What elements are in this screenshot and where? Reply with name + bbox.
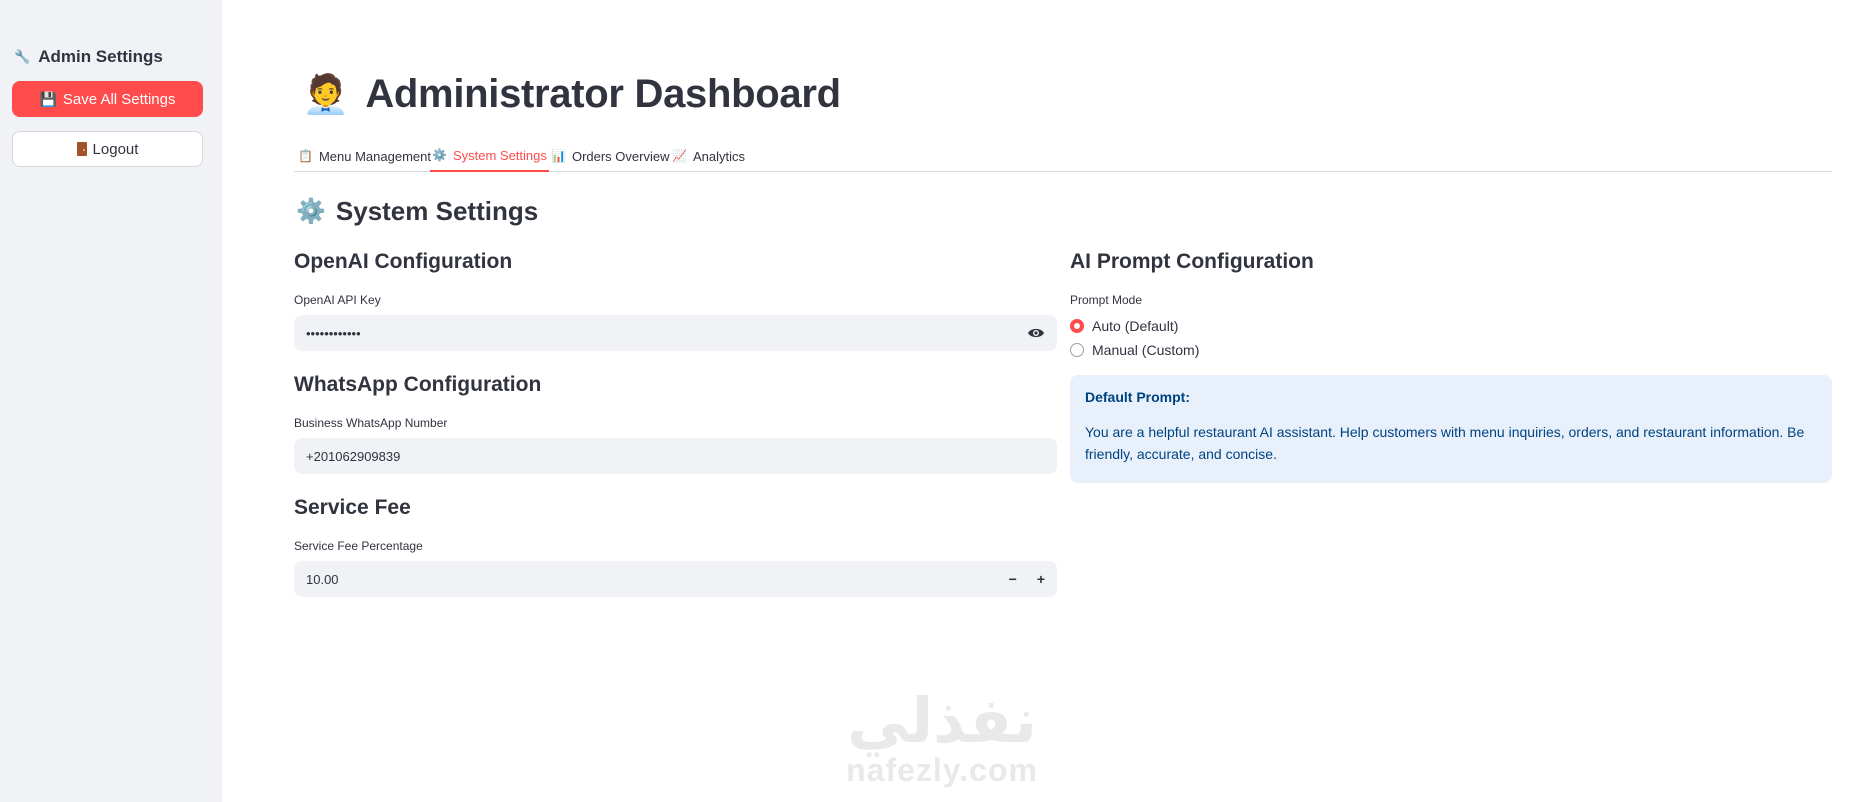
tab-label: Menu Management: [318, 148, 431, 164]
service-fee-value: 10.00: [306, 571, 339, 587]
sidebar-header: 🔧 Admin Settings: [14, 47, 163, 67]
logout-label: Logout: [92, 140, 139, 158]
default-prompt-title: Default Prompt:: [1085, 389, 1190, 405]
whatsapp-number-value: +201062909839: [306, 448, 401, 464]
section-title: ⚙️ System Settings: [296, 196, 538, 227]
logout-button[interactable]: Logout: [12, 131, 203, 167]
radio-option-auto[interactable]: Auto (Default): [1070, 318, 1178, 334]
api-key-label: OpenAI API Key: [294, 293, 381, 307]
tab-system-settings[interactable]: ⚙️ System Settings: [430, 140, 549, 172]
watermark-logo: نفذلي nafezly.com: [832, 684, 1052, 789]
service-fee-stepper: − +: [1009, 571, 1045, 587]
page-title: Administrator Dashboard: [365, 72, 841, 116]
default-prompt-info-box: Default Prompt: You are a helpful restau…: [1070, 375, 1832, 483]
default-prompt-text: You are a helpful restaurant AI assistan…: [1085, 424, 1805, 462]
decrement-button[interactable]: −: [1009, 571, 1017, 587]
service-fee-heading: Service Fee: [294, 496, 411, 519]
tab-label: System Settings: [452, 147, 547, 163]
service-fee-label: Service Fee Percentage: [294, 539, 423, 553]
tab-orders-overview[interactable]: 📊 Orders Overview: [549, 140, 671, 172]
tab-bar: 📋 Menu Management ⚙️ System Settings 📊 O…: [294, 140, 1832, 172]
gear-icon: ⚙️: [296, 198, 326, 225]
page-header: 🧑‍💼 Administrator Dashboard: [302, 72, 841, 117]
wrench-icon: 🔧: [14, 49, 31, 64]
show-password-icon[interactable]: [1027, 327, 1045, 339]
service-fee-field[interactable]: 10.00 − +: [294, 561, 1057, 597]
gear-icon: ⚙️: [432, 148, 447, 162]
watermark-latin: nafezly.com: [846, 752, 1038, 788]
radio-label: Auto (Default): [1092, 318, 1179, 334]
tab-label: Analytics: [692, 148, 745, 164]
floppy-disk-icon: 💾: [39, 90, 57, 107]
sidebar: 🔧 Admin Settings 💾 Save All Settings Log…: [0, 0, 222, 802]
save-all-settings-label: Save All Settings: [62, 90, 176, 108]
watermark-arabic: نفذلي: [847, 684, 1037, 757]
whatsapp-number-label: Business WhatsApp Number: [294, 416, 448, 430]
administrator-icon: 🧑‍💼: [302, 73, 350, 116]
save-all-settings-button[interactable]: 💾 Save All Settings: [12, 81, 203, 117]
prompt-heading: AI Prompt Configuration: [1070, 250, 1314, 273]
main-content: 🧑‍💼 Administrator Dashboard 📋 Menu Manag…: [294, 0, 1832, 802]
increment-button[interactable]: +: [1037, 571, 1045, 587]
radio-button-selected[interactable]: [1070, 319, 1084, 333]
section-title-label: System Settings: [335, 196, 539, 226]
whatsapp-heading: WhatsApp Configuration: [294, 373, 542, 396]
radio-option-manual[interactable]: Manual (Custom): [1070, 342, 1199, 358]
whatsapp-number-field[interactable]: +201062909839: [294, 438, 1057, 474]
tab-menu-management[interactable]: 📋 Menu Management: [296, 140, 433, 172]
clipboard-icon: 📋: [298, 149, 313, 163]
prompt-mode-label: Prompt Mode: [1070, 293, 1143, 307]
openai-heading: OpenAI Configuration: [294, 250, 513, 273]
bar-chart-icon: 📊: [551, 149, 566, 163]
radio-label: Manual (Custom): [1092, 342, 1200, 358]
door-icon: [76, 142, 87, 156]
tab-analytics[interactable]: 📈 Analytics: [670, 140, 747, 172]
tab-label: Orders Overview: [571, 148, 670, 164]
api-key-value: ••••••••••••: [306, 325, 361, 341]
line-chart-icon: 📈: [672, 149, 687, 163]
api-key-field[interactable]: ••••••••••••: [294, 315, 1057, 351]
sidebar-header-label: Admin Settings: [38, 47, 163, 66]
radio-button[interactable]: [1070, 343, 1084, 357]
